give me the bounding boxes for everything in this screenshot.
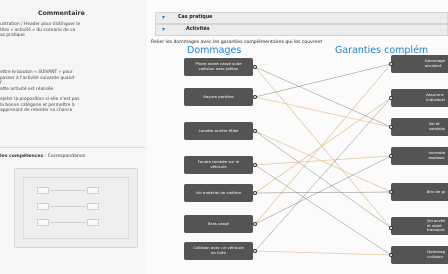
connector-dot[interactable] [253,163,257,167]
guarantee-item[interactable]: Incendie explosio [391,147,448,165]
mini-line [50,206,86,207]
link-line [254,130,392,193]
competences-value: : Correspondance [44,154,86,159]
link-line [254,66,392,229]
connector-dot[interactable] [389,125,393,129]
connector-dot[interactable] [253,65,257,69]
mini-box [87,219,99,226]
link-line [254,155,392,166]
connector-dot[interactable] [389,226,393,230]
damage-item[interactable]: Vol matériel de coiffure [184,184,253,202]
connector-dot[interactable] [253,191,257,195]
mini-box [37,219,49,226]
damage-item[interactable]: Foudre tombée sur le véhicule [184,156,253,174]
competences-line: les compétences : Correspondance [0,154,85,159]
connector-dot[interactable] [389,96,393,100]
link-line [254,155,392,225]
damage-item[interactable]: Phare avant cassé suite collision avec p… [184,58,253,76]
connector-dot[interactable] [253,222,257,226]
connector-dot[interactable] [253,249,257,253]
connector-dot[interactable] [389,253,393,257]
link-line [254,66,392,128]
connector-dot[interactable] [389,154,393,158]
comment-paragraph-1: ustration / Header pour distinguer le ti… [0,22,81,39]
mini-line [50,222,86,223]
guarantee-item[interactable]: Vol accès et objet transport [391,217,448,235]
panel-divider [0,147,146,148]
comment-paragraph-3: ejeter la proposition si elle n'est pas … [0,97,80,114]
connector-dot[interactable] [389,62,393,66]
mini-box [87,203,99,210]
mini-preview[interactable] [14,168,138,248]
damage-item[interactable]: Bras cassé [184,215,253,233]
guarantee-item[interactable]: Dommage accident [391,55,448,73]
guarantee-item[interactable]: Dommag collision [391,246,448,264]
comment-panel: Commentaire ustration / Header pour dist… [0,0,148,274]
link-line [254,63,392,225]
damage-item[interactable]: Rayure portière [184,88,253,106]
competences-label: les compétences [0,154,44,159]
link-line [254,250,392,256]
link-line [254,63,392,98]
guarantee-item[interactable]: Vol et vandalis [391,118,448,136]
mini-box [87,187,99,194]
mini-box [37,203,49,210]
damage-item[interactable]: Lunette arrière fêlée [184,122,253,140]
mini-line [50,190,86,191]
link-line [254,97,392,252]
connector-dot[interactable] [253,129,257,133]
comment-paragraph-2: ettre le bouton « SUIVANT » pour passer … [0,70,75,92]
guarantee-item[interactable]: Assuranc individuel [391,89,448,107]
link-line [254,164,392,256]
comment-title: Commentaire [38,10,85,17]
main-panel: ▾ Cas pratique ▾ Activités Relier les do… [147,0,448,274]
damage-item[interactable]: Collision avec un véhicule en fuite [184,242,253,260]
link-line [254,191,392,194]
comment-panel-top: Commentaire ustration / Header pour dist… [0,0,146,147]
connector-dot[interactable] [253,95,257,99]
guarantee-item[interactable]: Bris de gl [391,183,448,201]
connector-dot[interactable] [389,190,393,194]
mini-box [37,187,49,194]
